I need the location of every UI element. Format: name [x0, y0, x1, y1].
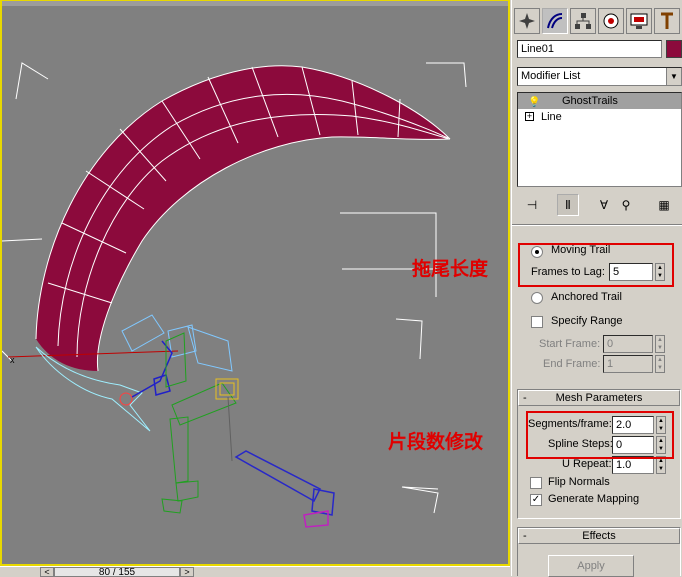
apply-button[interactable]: Apply — [548, 555, 634, 577]
anchored-trail-label: Anchored Trail — [551, 291, 622, 303]
specify-range-label: Specify Range — [551, 315, 623, 327]
specify-range-checkbox[interactable] — [531, 316, 543, 328]
character-leg-blue — [234, 450, 335, 516]
modifier-stack: 💡 GhostTrails + Line — [517, 92, 682, 187]
motion-tab[interactable] — [598, 8, 624, 34]
create-tab[interactable] — [514, 8, 540, 34]
plus-icon[interactable]: + — [525, 112, 534, 121]
collapse-icon: - — [523, 530, 527, 542]
effects-title: Effects — [582, 530, 616, 542]
chevron-down-icon[interactable]: ▼ — [666, 68, 681, 85]
u-repeat-label: U Repeat: — [562, 458, 612, 470]
show-end-result-icon[interactable]: Ⅱ — [557, 194, 579, 216]
utilities-tab[interactable] — [654, 8, 680, 34]
end-frame-input[interactable]: 1 — [603, 355, 653, 373]
flip-normals-label: Flip Normals — [548, 476, 610, 488]
end-frame-label: End Frame: — [543, 358, 601, 370]
highlight-box-trail — [518, 243, 674, 287]
stack-toolbar: ⊣ Ⅱ ∀ ⚲ ▦ — [517, 194, 682, 218]
time-slider-bar: < 80 / 155 > — [0, 566, 510, 577]
configure-sets-icon[interactable]: ▦ — [653, 194, 675, 216]
mesh-parameters-header[interactable]: - Mesh Parameters — [518, 390, 680, 406]
highlight-box-segments — [526, 411, 674, 459]
display-icon — [630, 13, 648, 29]
stack-item-ghosttrails[interactable]: 💡 GhostTrails — [518, 93, 681, 109]
object-name-field[interactable]: Line01 — [517, 40, 662, 58]
anchored-trail-radio[interactable] — [531, 292, 543, 304]
command-panel: Line01 Modifier List ▼ 💡 GhostTrails + L… — [511, 0, 682, 577]
end-frame-spinner[interactable]: ▲ ▼ — [655, 355, 665, 373]
generate-mapping-checkbox[interactable]: ✓ — [530, 494, 542, 506]
stack-item-line[interactable]: + Line — [518, 109, 681, 125]
annotation-trail-length: 拖尾长度 — [412, 258, 489, 280]
start-frame-label: Start Frame: — [539, 338, 601, 350]
effects-header[interactable]: - Effects — [518, 528, 680, 544]
make-unique-icon[interactable]: ∀ — [593, 194, 615, 216]
command-panel-tabs — [512, 8, 682, 36]
character-torso-green — [161, 332, 237, 514]
divider — [512, 224, 682, 226]
flip-normals-checkbox[interactable] — [530, 477, 542, 489]
ghost-trail-ribbon — [36, 65, 450, 372]
viewport-scene: x — [2, 62, 467, 528]
generate-mapping-label: Generate Mapping — [548, 493, 640, 505]
perspective-viewport[interactable]: x — [0, 0, 510, 566]
svg-text:x: x — [10, 355, 15, 365]
hierarchy-tab[interactable] — [570, 8, 596, 34]
motion-icon — [603, 13, 619, 29]
stack-item-label: Line — [541, 111, 562, 123]
remove-modifier-icon[interactable]: ⚲ — [615, 194, 637, 216]
annotation-segment-edit: 片段数修改 — [388, 431, 484, 453]
display-tab[interactable] — [626, 8, 652, 34]
stack-item-label: GhostTrails — [562, 95, 618, 107]
collapse-icon: - — [523, 392, 527, 404]
utilities-icon — [661, 12, 673, 29]
modifier-list-dropdown[interactable]: Modifier List ▼ — [517, 67, 682, 86]
hierarchy-icon — [575, 13, 591, 29]
start-frame-spinner[interactable]: ▲ ▼ — [655, 335, 665, 353]
create-icon — [519, 13, 535, 29]
object-color-swatch[interactable] — [666, 40, 682, 58]
modifier-list-label: Modifier List — [521, 70, 581, 82]
start-frame-input[interactable]: 0 — [603, 335, 653, 353]
character-pelvis-yellow — [215, 378, 239, 400]
modify-tab[interactable] — [542, 8, 568, 34]
mesh-parameters-title: Mesh Parameters — [555, 392, 643, 404]
character-arm-cyan — [121, 314, 233, 372]
pin-stack-icon[interactable]: ⊣ — [521, 194, 543, 216]
modify-icon — [547, 13, 563, 29]
